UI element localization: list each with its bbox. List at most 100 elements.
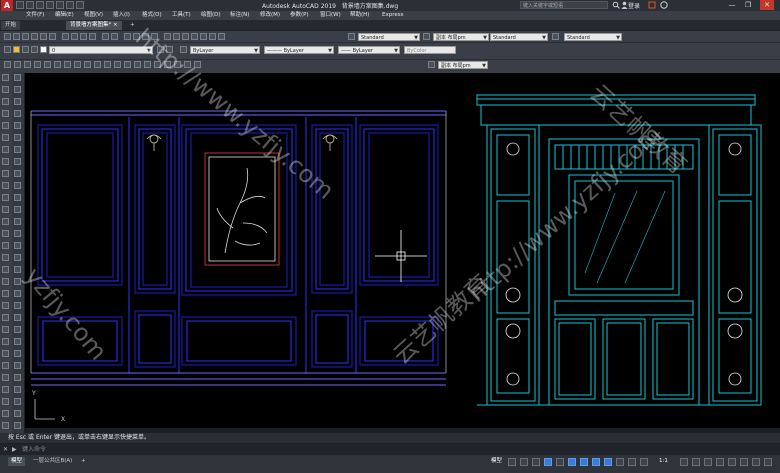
dim-break-icon[interactable]: [124, 61, 131, 68]
tool-palettes-icon[interactable]: [182, 33, 189, 40]
workspace-switch-icon[interactable]: [692, 458, 700, 466]
draw-region-icon[interactable]: [2, 194, 9, 201]
draw-boundary-icon[interactable]: [2, 326, 9, 333]
undo-toolbar-icon[interactable]: [102, 33, 109, 40]
lineweight-select[interactable]: —— ByLayer ▼: [338, 46, 400, 54]
close-button[interactable]: ✕: [760, 0, 774, 10]
draw-polyline-icon[interactable]: [2, 86, 9, 93]
save-as-icon[interactable]: [46, 1, 54, 9]
layer-properties-icon[interactable]: [4, 46, 11, 53]
dim-angular-icon[interactable]: [74, 61, 81, 68]
menu-insert[interactable]: 插入(I): [113, 11, 130, 20]
dim-jogged-icon[interactable]: [54, 61, 61, 68]
modify-text-edit-icon[interactable]: [14, 410, 21, 417]
menu-edit[interactable]: 编辑(E): [55, 11, 74, 20]
menu-parametric[interactable]: 参数(P): [290, 11, 309, 20]
modify-lengthen-icon[interactable]: [14, 302, 21, 309]
quickcalc-icon[interactable]: [209, 33, 216, 40]
modify-splinedit-icon[interactable]: [14, 350, 21, 357]
modify-break-icon[interactable]: [14, 218, 21, 225]
isolate-objects-icon[interactable]: [740, 458, 748, 466]
annotation-monitor-icon[interactable]: [704, 458, 712, 466]
menu-format[interactable]: 格式(O): [142, 11, 162, 20]
draw-ellipse-icon[interactable]: [2, 146, 9, 153]
plot-icon[interactable]: [31, 33, 38, 40]
autocad-logo-icon[interactable]: A: [1, 0, 13, 11]
new-tab-button[interactable]: +: [126, 21, 139, 30]
modify-offset-icon[interactable]: [14, 110, 21, 117]
modify-stretch-icon[interactable]: [14, 170, 21, 177]
modify-fillet-icon[interactable]: [14, 254, 21, 261]
menu-dimension[interactable]: 标注(N): [230, 11, 249, 20]
plotstyle-select[interactable]: ByColor: [404, 46, 456, 54]
menu-express[interactable]: Express: [382, 11, 403, 20]
dynamic-input-icon[interactable]: [544, 458, 552, 466]
units-icon[interactable]: [716, 458, 724, 466]
infer-constraints-icon[interactable]: [532, 458, 540, 466]
draw-field-icon[interactable]: [2, 362, 9, 369]
modify-draworder-icon[interactable]: [14, 398, 21, 405]
draw-block-icon[interactable]: [2, 242, 9, 249]
open-file-icon[interactable]: [26, 1, 34, 9]
draw-insert-icon[interactable]: [2, 254, 9, 261]
draw-table-insert-icon[interactable]: [2, 338, 9, 345]
tab-drawing[interactable]: 背景墙方案图集* ×: [66, 21, 122, 30]
new-file-icon[interactable]: [16, 1, 24, 9]
mleader-style-select[interactable]: Standard ▼: [564, 33, 622, 41]
draw-image-icon[interactable]: [2, 374, 9, 381]
table-style-select[interactable]: Standard ▼: [490, 33, 548, 41]
match-properties-icon[interactable]: [89, 33, 96, 40]
modify-chamfer-icon[interactable]: [14, 242, 21, 249]
design-center-icon[interactable]: [173, 33, 180, 40]
modify-break-at-point-icon[interactable]: [14, 206, 21, 213]
modify-pedit-icon[interactable]: [14, 338, 21, 345]
tab-model[interactable]: 模型: [8, 457, 26, 466]
draw-3dface-icon[interactable]: [2, 398, 9, 405]
modify-extend-icon[interactable]: [14, 194, 21, 201]
modify-blend-icon[interactable]: [14, 266, 21, 273]
markup-icon[interactable]: [200, 33, 207, 40]
draw-table-icon[interactable]: [2, 206, 9, 213]
undo-icon[interactable]: [66, 1, 74, 9]
draw-mesh-icon[interactable]: [2, 422, 9, 429]
dim-tolerance-icon[interactable]: [134, 61, 141, 68]
dim-arc-length-icon[interactable]: [24, 61, 31, 68]
selection-cycling-icon[interactable]: [640, 458, 648, 466]
modify-erase-icon[interactable]: [14, 74, 21, 81]
dim-linear-icon[interactable]: [4, 61, 11, 68]
modify-measure-icon[interactable]: [14, 326, 21, 333]
modify-array-icon[interactable]: [14, 122, 21, 129]
modify-rotate-icon[interactable]: [14, 146, 21, 153]
modify-align-icon[interactable]: [14, 290, 21, 297]
modify-join-icon[interactable]: [14, 230, 21, 237]
add-layout-button[interactable]: +: [78, 457, 89, 466]
dim-baseline-icon[interactable]: [94, 61, 101, 68]
login-button[interactable]: 登录: [628, 1, 640, 10]
dim-radius-icon[interactable]: [44, 61, 51, 68]
menu-window[interactable]: 窗口(W): [320, 11, 341, 20]
draw-arc-icon[interactable]: [2, 110, 9, 117]
draw-solid-icon[interactable]: [2, 410, 9, 417]
annotation-visibility-icon[interactable]: [680, 458, 688, 466]
paste-icon[interactable]: [80, 33, 87, 40]
modify-divide-icon[interactable]: [14, 314, 21, 321]
draw-point-icon[interactable]: [2, 230, 9, 237]
redo-toolbar-icon[interactable]: [111, 33, 118, 40]
search-input[interactable]: 键入关键字或短语: [520, 1, 608, 9]
draw-hatch-icon[interactable]: [2, 170, 9, 177]
draw-rectangle-icon[interactable]: [2, 122, 9, 129]
dim-quick-dim-icon[interactable]: [84, 61, 91, 68]
tab-close-icon[interactable]: ×: [113, 22, 118, 28]
dim-center-mark-icon[interactable]: [144, 61, 151, 68]
tab-layout[interactable]: 一层公共区B(A): [30, 457, 75, 466]
menu-modify[interactable]: 修改(M): [260, 11, 280, 20]
quick-properties-icon[interactable]: [728, 458, 736, 466]
menu-view[interactable]: 视图(V): [84, 11, 103, 20]
dim-space-icon[interactable]: [114, 61, 121, 68]
modify-mirror-icon[interactable]: [14, 98, 21, 105]
sheet-set-icon[interactable]: [191, 33, 198, 40]
drawing-canvas[interactable]: X Y: [25, 73, 780, 428]
command-prompt-icon[interactable]: ▶: [12, 446, 20, 453]
draw-polygon-icon[interactable]: [2, 134, 9, 141]
minimize-button[interactable]: —: [725, 0, 739, 10]
